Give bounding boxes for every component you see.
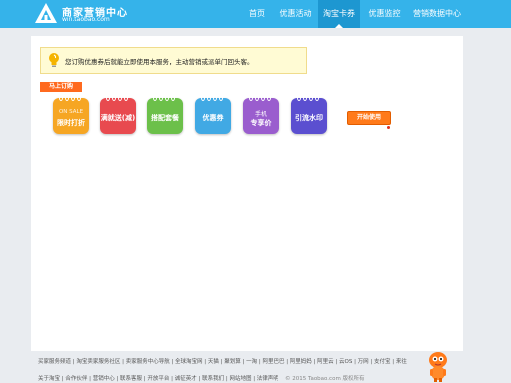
top-navigation-bar: 商家营销中心 win.taobao.com 首页 优惠活动 淘宝卡券 优惠监控 … <box>0 0 511 28</box>
tool-coupon[interactable]: 优惠券 <box>195 95 231 134</box>
tool-limited-discount[interactable]: ON SALE 限时打折 <box>53 95 89 134</box>
notification-dot <box>387 126 390 129</box>
nav-marketing-data-center[interactable]: 营销数据中心 <box>407 0 467 28</box>
main-content-panel <box>31 36 463 351</box>
tool-traffic-watermark[interactable]: 引流水印 <box>291 95 327 134</box>
binder-rings-icon <box>106 95 128 101</box>
binder-rings-icon <box>249 95 271 101</box>
tool-label: 优惠券 <box>202 114 224 122</box>
taobao-mascot-icon <box>429 352 447 382</box>
nav-home[interactable]: 首页 <box>241 0 273 28</box>
notice-text: 您订购优惠券后就能立即使用本服务，主动营销或派单门回头客。 <box>65 58 254 66</box>
copyright-text: © 2015 Taobao.com 版权所有 <box>285 376 365 382</box>
footer-links-row-1[interactable]: 买家服务频道 | 淘宝卖家服务社区 | 卖家服务中心导航 | 全球淘宝网 | 天… <box>38 357 407 365</box>
notice-banner: 您订购优惠券后就能立即使用本服务，主动营销或派单门回头客。 <box>40 47 307 74</box>
taobao-marketing-logo-icon <box>35 3 57 23</box>
nav-promo-monitor[interactable]: 优惠监控 <box>362 0 407 28</box>
tool-sub-label: 手机 <box>254 111 267 118</box>
tool-label: 专享价 <box>250 119 272 127</box>
binder-rings-icon <box>201 95 223 101</box>
tool-label: 限时打折 <box>57 119 85 127</box>
start-using-button[interactable]: 开始使用 <box>347 111 391 125</box>
subscribe-now-tag[interactable]: 马上订购 <box>40 82 82 92</box>
tool-label: 引流水印 <box>295 114 323 122</box>
nav-taobao-coupons[interactable]: 淘宝卡券 <box>318 0 360 28</box>
binder-rings-icon <box>153 95 175 101</box>
binder-rings-icon <box>297 95 319 101</box>
binder-rings-icon <box>59 95 81 101</box>
lightbulb-icon <box>49 53 59 67</box>
tool-label: 搭配套餐 <box>151 114 179 122</box>
tool-sub-label: ON SALE <box>58 109 84 115</box>
logo-url: win.taobao.com <box>62 16 110 23</box>
footer-links-row-2[interactable]: 关于淘宝 | 合作伙伴 | 营销中心 | 联系客服 | 开放平台 | 诚征英才 … <box>38 374 278 382</box>
tool-full-reduction[interactable]: 满就送(减) <box>100 95 136 134</box>
tool-bundle-package[interactable]: 搭配套餐 <box>147 95 183 134</box>
tool-mobile-exclusive-price[interactable]: 手机 专享价 <box>243 95 279 134</box>
tool-label: 满就送(减) <box>100 114 136 122</box>
nav-promotions[interactable]: 优惠活动 <box>273 0 318 28</box>
